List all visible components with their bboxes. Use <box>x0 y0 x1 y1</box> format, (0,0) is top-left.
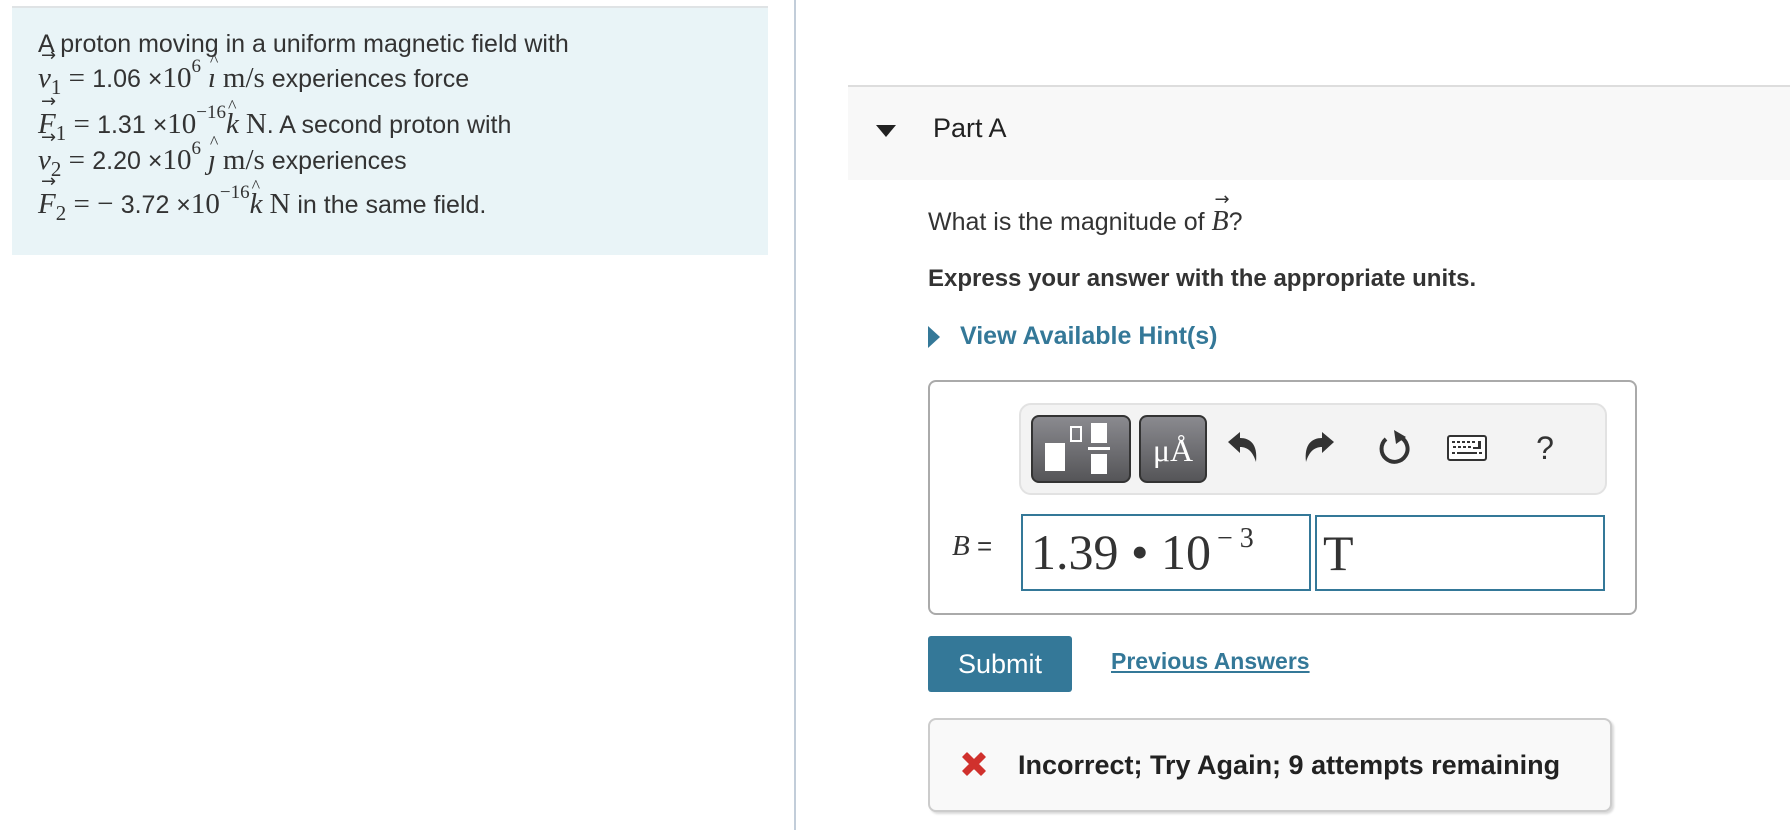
part-title: Part A <box>933 113 1007 143</box>
caret-down-icon[interactable] <box>876 125 896 137</box>
equation-v2: v2 = 2.20 ×106 ȷ m/s experiences <box>38 127 407 181</box>
previous-answers-link[interactable]: Previous Answers <box>1111 648 1310 675</box>
redo-icon <box>1305 432 1334 462</box>
answer-variable-label: B = <box>952 530 993 562</box>
answer-value-input[interactable]: 1.39 • 10− 3 <box>1021 514 1311 591</box>
hint-label: View Available Hint(s) <box>960 322 1218 350</box>
part-a-header[interactable]: Part A <box>848 85 1790 180</box>
problem-statement: A proton moving in a uniform magnetic fi… <box>12 6 768 255</box>
undo-icon <box>1228 432 1257 462</box>
redo-button[interactable] <box>1297 423 1341 473</box>
equation-f1: F1 = 1.31 ×10−16k N. A second proton wit… <box>38 91 511 145</box>
panel-divider[interactable] <box>794 0 796 830</box>
undo-button[interactable] <box>1221 423 1265 473</box>
answer-box: μÅ ? B = 1.39 • 10 − 3 T <box>928 380 1637 615</box>
templates-icon <box>1045 423 1110 474</box>
help-button[interactable]: ? <box>1523 423 1567 473</box>
keyboard-button[interactable] <box>1445 423 1489 473</box>
x-mark-icon <box>962 752 986 776</box>
submit-button[interactable]: Submit <box>928 636 1072 692</box>
reset-button[interactable] <box>1373 423 1417 473</box>
feedback-message: Incorrect; Try Again; 9 attempts remaini… <box>928 718 1612 812</box>
problem-intro: A proton moving in a uniform magnetic fi… <box>38 30 569 58</box>
math-toolbar: μÅ ? <box>1019 403 1607 495</box>
units-button[interactable]: μÅ <box>1139 415 1207 483</box>
answer-unit-input[interactable]: T <box>1315 515 1605 591</box>
templates-button[interactable] <box>1031 415 1131 483</box>
vector-b-symbol: B <box>1211 189 1229 238</box>
caret-right-icon <box>928 325 940 348</box>
equation-v1: v1 = 1.06 ×106 ı m/s experiences force <box>38 45 469 99</box>
reset-icon <box>1379 430 1410 464</box>
answer-instructions: Express your answer with the appropriate… <box>928 265 1477 292</box>
keyboard-icon <box>1447 435 1487 461</box>
view-hints-link[interactable]: View Available Hint(s) <box>928 322 1217 351</box>
equation-f2: F2 = − 3.72 ×10−16k N in the same field. <box>38 171 486 225</box>
question-text: What is the magnitude of B? <box>928 189 1243 238</box>
feedback-text: Incorrect; Try Again; 9 attempts remaini… <box>1018 750 1561 780</box>
